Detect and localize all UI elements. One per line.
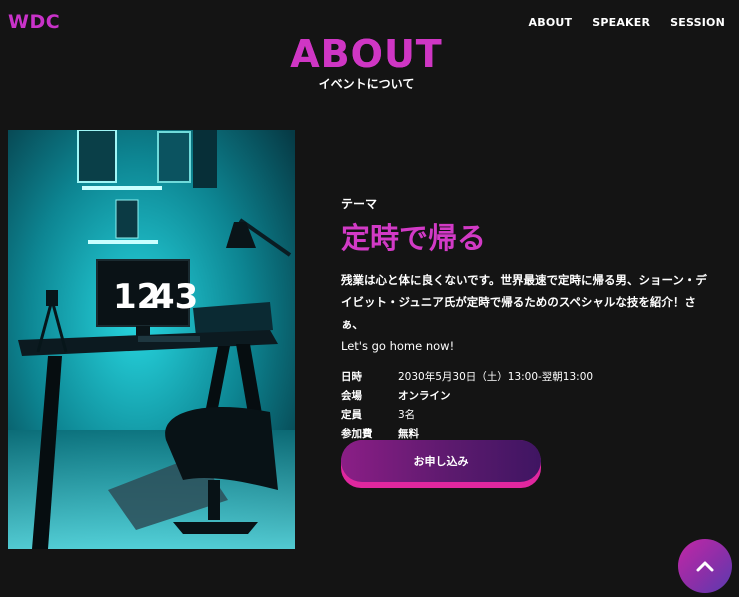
detail-value: 2030年5月30日（土）13:00-翌朝13:00 xyxy=(398,371,594,383)
nav-link-about[interactable]: ABOUT xyxy=(529,16,573,29)
detail-key: 定員 xyxy=(341,409,362,421)
description-ja: 残業は心と体に良くないです。世界最速で定時に帰る男、ショーン・デイビット・ジュニ… xyxy=(341,273,707,331)
nav-link-session[interactable]: SESSION xyxy=(670,16,725,29)
section-subtitle: イベントについて xyxy=(318,77,415,91)
section-title: ABOUT xyxy=(0,34,733,74)
detail-row-datetime: 日時 2030年5月30日（土）13:00-翌朝13:00 xyxy=(341,367,721,386)
detail-row-capacity: 定員 3名 xyxy=(341,405,721,424)
nav-link-speaker[interactable]: SPEAKER xyxy=(592,16,650,29)
chevron-up-icon xyxy=(696,561,714,572)
main-nav: ABOUT SPEAKER SESSION xyxy=(529,16,725,29)
detail-row-venue: 会場 オンライン xyxy=(341,386,721,405)
logo[interactable]: WDC xyxy=(8,11,60,33)
apply-button[interactable]: お申し込み xyxy=(341,440,541,488)
event-content: テーマ 定時で帰る 残業は心と体に良くないです。世界最速で定時に帰る男、ショーン… xyxy=(341,195,721,443)
back-to-top-button[interactable] xyxy=(678,539,732,593)
detail-value: 3名 xyxy=(398,409,416,421)
clock-minute: 43 xyxy=(151,277,198,317)
event-details: 日時 2030年5月30日（土）13:00-翌朝13:00 会場 オンライン 定… xyxy=(341,367,721,443)
page: WDC ABOUT SPEAKER SESSION ABOUT イベントについて xyxy=(0,0,739,597)
detail-key: 会場 xyxy=(341,390,362,402)
detail-value: 無料 xyxy=(398,428,419,440)
detail-value: オンライン xyxy=(398,390,451,402)
apply-button-label: お申し込み xyxy=(341,440,541,482)
theme-label: テーマ xyxy=(341,197,378,211)
detail-key: 日時 xyxy=(341,371,362,383)
detail-key: 参加費 xyxy=(341,428,373,440)
event-description: 残業は心と体に良くないです。世界最速で定時に帰る男、ショーン・デイビット・ジュニ… xyxy=(341,269,716,357)
theme-title: 定時で帰る xyxy=(341,221,487,255)
description-en: Let's go home now! xyxy=(341,339,455,353)
event-photo: 12 43 xyxy=(8,130,295,549)
